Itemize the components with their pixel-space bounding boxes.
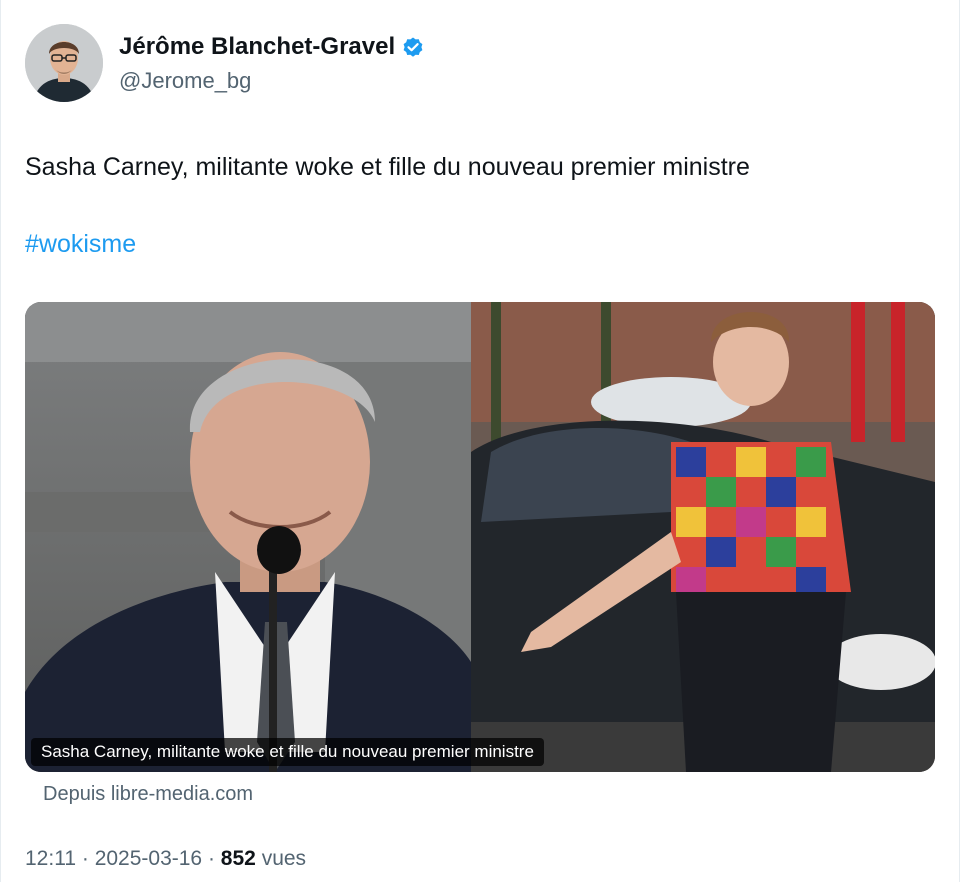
tweet-metadata: 12:11 · 2025-03-16 · 852 vues bbox=[25, 847, 306, 871]
views-label: vues bbox=[261, 847, 307, 870]
author-name-text: Jérôme Blanchet-Gravel bbox=[119, 33, 396, 60]
photo-man-at-microphone bbox=[25, 302, 471, 772]
meta-separator: · bbox=[207, 847, 215, 870]
author-name[interactable]: Jérôme Blanchet-Gravel bbox=[119, 33, 425, 61]
views-count: 852 bbox=[220, 847, 256, 870]
link-card-media[interactable]: Sasha Carney, militante woke et fille du… bbox=[25, 302, 935, 772]
avatar[interactable] bbox=[25, 24, 103, 102]
tweet-text: Sasha Carney, militante woke et fille du… bbox=[25, 153, 750, 181]
photo-person-by-car bbox=[471, 302, 935, 772]
tweet-time[interactable]: 12:11 bbox=[25, 847, 76, 870]
link-source[interactable]: Depuis libre-media.com bbox=[43, 783, 253, 806]
media-caption: Sasha Carney, militante woke et fille du… bbox=[31, 738, 544, 766]
tweet-card[interactable]: Jérôme Blanchet-Gravel @Jerome_bg Sasha … bbox=[0, 0, 960, 882]
tweet-date[interactable]: 2025-03-16 bbox=[95, 847, 202, 870]
verified-badge-icon bbox=[401, 35, 425, 59]
avatar-image bbox=[25, 24, 103, 102]
author-handle[interactable]: @Jerome_bg bbox=[119, 68, 251, 94]
meta-separator: · bbox=[81, 847, 89, 870]
hashtag-link[interactable]: #wokisme bbox=[25, 230, 136, 259]
